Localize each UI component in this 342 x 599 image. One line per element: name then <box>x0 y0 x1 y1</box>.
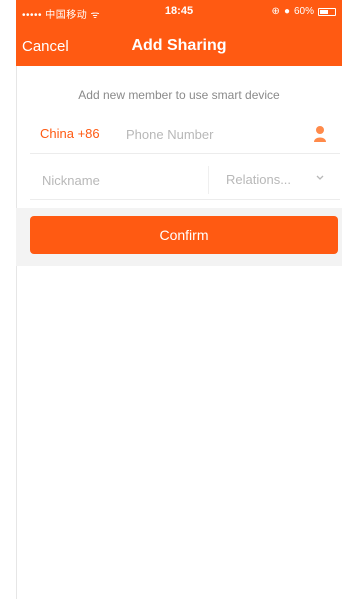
lock-icon: ● <box>283 6 290 17</box>
screen: ••••• 中国移动 ᯤ 18:45 ⊕ ● 60% Cancel Add Sh… <box>0 0 342 599</box>
battery-icon <box>318 7 336 16</box>
left-edge-line <box>16 66 17 599</box>
page-title: Add Sharing <box>131 37 227 54</box>
country-code-selector[interactable]: China +86 <box>40 126 100 141</box>
confirm-button[interactable]: Confirm <box>30 216 338 254</box>
status-right: ⊕ ● 60% <box>272 6 336 17</box>
nickname-row: Relations... <box>30 160 340 200</box>
battery-fill <box>320 9 328 14</box>
phone-row: China +86 <box>30 114 340 154</box>
status-bar: ••••• 中国移动 ᯤ 18:45 ⊕ ● 60% <box>16 0 342 22</box>
relation-dropdown[interactable]: Relations... <box>226 172 291 187</box>
navbar: Cancel Add Sharing <box>16 28 342 62</box>
chevron-down-icon[interactable] <box>314 172 326 184</box>
top-bar: ••••• 中国移动 ᯤ 18:45 ⊕ ● 60% Cancel Add Sh… <box>16 0 342 66</box>
battery-percent: 60% <box>293 6 314 17</box>
nickname-input[interactable] <box>42 168 192 192</box>
contact-person-icon[interactable] <box>312 124 328 144</box>
alarm-icon: ⊕ <box>271 6 280 17</box>
row-divider <box>208 166 209 194</box>
phone-number-input[interactable] <box>126 122 296 146</box>
form-hint: Add new member to use smart device <box>78 88 280 102</box>
